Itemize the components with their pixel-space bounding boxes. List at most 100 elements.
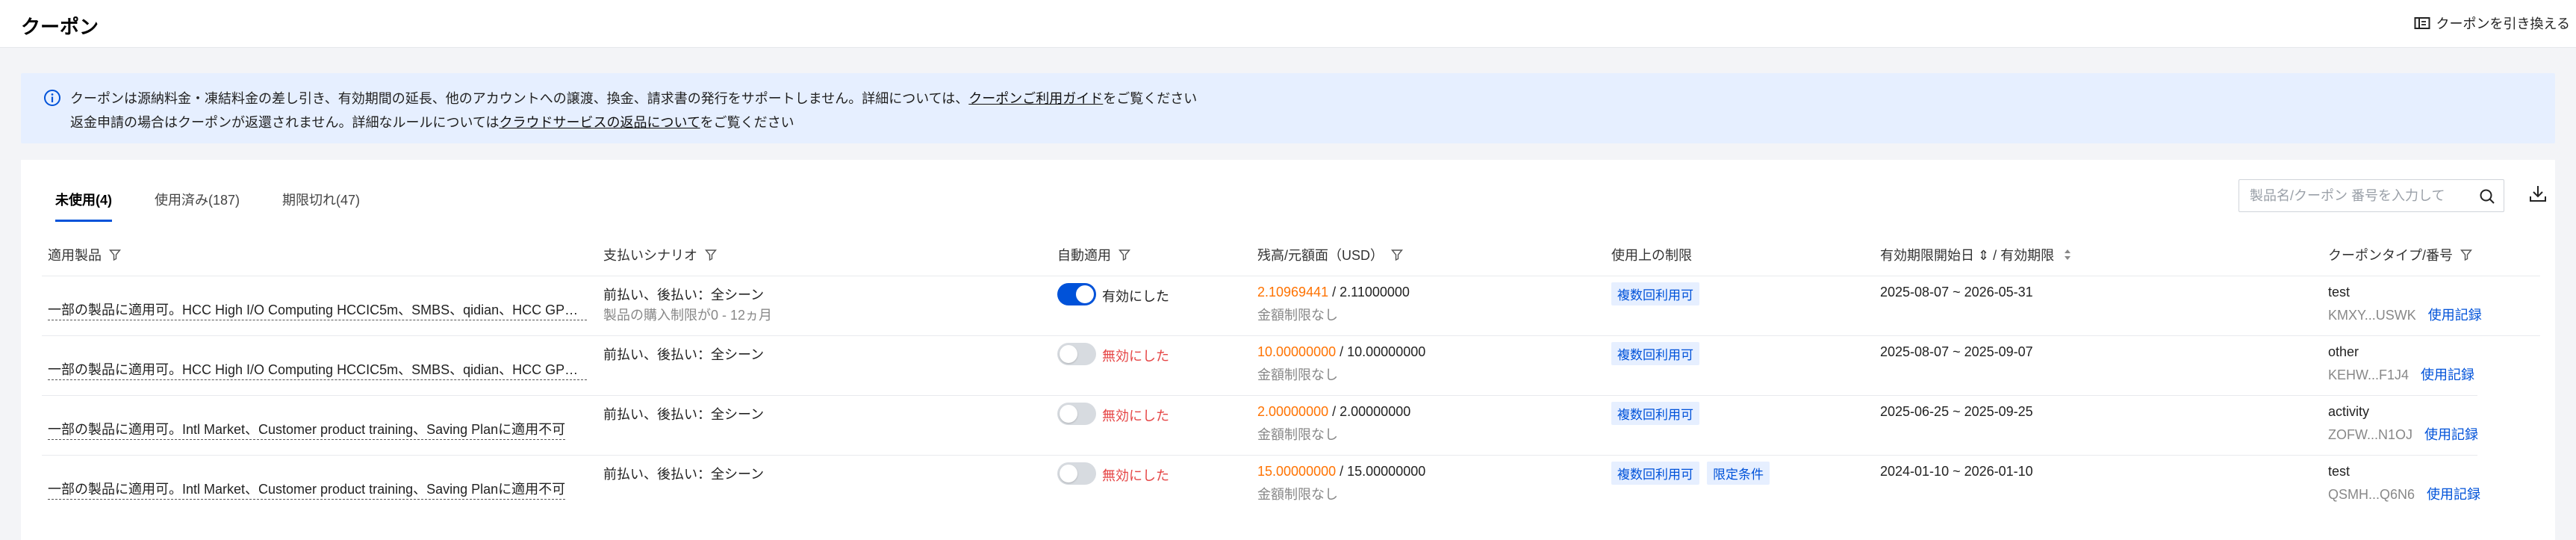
page-title: クーポン <box>21 16 99 38</box>
toggle-knob <box>1060 465 1077 482</box>
column-header-balance: 残高/元額面（USD） <box>1257 245 1404 264</box>
usage-record-link[interactable]: 使用記録 <box>2428 308 2482 323</box>
search-icon[interactable] <box>2478 187 2496 205</box>
tag-multi-use: 複数回利用可 <box>1611 282 1699 305</box>
column-header-validity[interactable]: 有効期限開始日 ⇕ / 有効期限 <box>1880 245 2073 264</box>
usage-record-link[interactable]: 使用記録 <box>2421 367 2474 382</box>
coupon-code-wrap: KEHW...F1J4 使用記録 <box>2328 364 2474 384</box>
product-scope-text[interactable]: 一部の製品に適用可。HCC High I/O Computing HCCIC5m… <box>48 359 587 380</box>
amount-limit-text: 金額制限なし <box>1257 427 1338 442</box>
auto-apply-toggle[interactable] <box>1057 283 1096 305</box>
table-row: 一部の製品に適用可。HCC High I/O Computing HCCIC5m… <box>42 276 2540 336</box>
coupon-code-wrap: ZOFW...N1OJ 使用記録 <box>2328 424 2478 444</box>
coupon-code-wrap: KMXY...USWK 使用記録 <box>2328 305 2482 324</box>
coupon-guide-link[interactable]: クーポンご利用ガイド <box>968 91 1103 106</box>
tag-limited-conditions[interactable]: 限定条件 <box>1707 462 1770 485</box>
toggle-knob <box>1076 285 1094 303</box>
validity-period: 2024-01-10 ~ 2026-01-10 <box>1880 464 2033 479</box>
notice-text: をご覧ください <box>700 115 794 130</box>
filter-icon[interactable] <box>2460 249 2473 261</box>
auto-apply-status: 無効にした <box>1102 409 1169 423</box>
tab-used[interactable]: 使用済み(187) <box>155 190 240 222</box>
auto-apply-status: 無効にした <box>1102 468 1169 483</box>
usage-record-link[interactable]: 使用記録 <box>2424 427 2478 442</box>
filter-icon[interactable] <box>1391 249 1404 261</box>
column-header-product: 適用製品 <box>48 245 121 264</box>
auto-apply-toggle[interactable] <box>1057 403 1096 425</box>
filter-icon[interactable] <box>109 249 121 261</box>
coupon-code: KEHW...F1J4 <box>2328 367 2409 382</box>
column-header-label: 残高/元額面（USD） <box>1257 248 1384 263</box>
column-header-auto-apply: 自動適用 <box>1057 245 1130 264</box>
validity-period: 2025-08-07 ~ 2025-09-07 <box>1880 344 2033 359</box>
usage-restriction-tags: 複数回利用可 限定条件 <box>1611 462 1777 485</box>
original-amount: / 2.11000000 <box>1332 285 1410 300</box>
notice-text: クーポンは源納料金・凍結料金の差し引き、有効期間の延長、他のアカウントへの譲渡、… <box>70 91 969 106</box>
table-header: 適用製品 支払いシナリオ 自動適用 残高/元額面（USD） 使用上の制限 有効期… <box>42 229 2540 276</box>
remaining-balance: 10.00000000 <box>1257 344 1337 359</box>
coupon-list-card: 未使用(4) 使用済み(187) 期限切れ(47) 適用製品 支払いシナリオ 自… <box>21 160 2555 540</box>
usage-restriction-tags: 複数回利用可 <box>1611 402 1707 425</box>
download-icon[interactable] <box>2528 184 2548 203</box>
info-icon <box>44 90 60 106</box>
toggle-knob <box>1060 345 1077 363</box>
coupon-type: activity <box>2328 404 2370 419</box>
amount-limit-text: 金額制限なし <box>1257 367 1338 382</box>
validity-period: 2025-06-25 ~ 2025-09-25 <box>1880 404 2033 419</box>
product-scope-text[interactable]: 一部の製品に適用可。Intl Market、Customer product t… <box>48 419 566 440</box>
notice-banner: クーポンは源納料金・凍結料金の差し引き、有効期間の延長、他のアカウントへの譲渡、… <box>21 73 2555 143</box>
auto-apply-toggle[interactable] <box>1057 343 1096 365</box>
table-row: 一部の製品に適用可。Intl Market、Customer product t… <box>42 396 2478 456</box>
payment-scenario: 前払い、後払い：全シーン <box>603 467 765 482</box>
status-tabs: 未使用(4) 使用済み(187) 期限切れ(47) <box>55 190 402 222</box>
redeem-coupon-label: クーポンを引き換える <box>2436 16 2570 31</box>
product-scope-text[interactable]: 一部の製品に適用可。Intl Market、Customer product t… <box>48 479 566 500</box>
auto-apply-status: 無効にした <box>1102 349 1169 364</box>
usage-restriction-tags: 複数回利用可 <box>1611 342 1707 365</box>
balance-amount: 15.00000000 / 15.00000000 <box>1257 464 1425 480</box>
filter-icon[interactable] <box>705 249 717 261</box>
coupon-code-wrap: QSMH...Q6N6 使用記録 <box>2328 484 2480 503</box>
balance-amount: 2.00000000 / 2.00000000 <box>1257 404 1410 420</box>
search-box <box>2239 179 2504 212</box>
auto-apply-status: 有効にした <box>1102 289 1169 304</box>
balance-amount: 2.10969441 / 2.11000000 <box>1257 285 1410 300</box>
column-header-coupon-type: クーポンタイプ/番号 <box>2328 245 2473 264</box>
usage-record-link[interactable]: 使用記録 <box>2427 487 2480 502</box>
tag-multi-use: 複数回利用可 <box>1611 342 1699 365</box>
payment-scenario-sub: 製品の購入制限が0 - 12ヵ月 <box>603 308 773 323</box>
column-header-restrictions: 使用上の制限 <box>1611 245 1692 264</box>
coupon-type: test <box>2328 464 2351 479</box>
tab-unused[interactable]: 未使用(4) <box>55 190 112 222</box>
search-input[interactable] <box>2250 187 2466 205</box>
tag-multi-use: 複数回利用可 <box>1611 402 1699 425</box>
table-row: 一部の製品に適用可。HCC High I/O Computing HCCIC5m… <box>42 336 2477 396</box>
tab-expired[interactable]: 期限切れ(47) <box>282 190 360 222</box>
balance-amount: 10.00000000 / 10.00000000 <box>1257 344 1425 360</box>
column-header-label: 支払いシナリオ <box>603 248 697 263</box>
amount-limit-text: 金額制限なし <box>1257 487 1338 502</box>
original-amount: / 15.00000000 <box>1340 464 1426 479</box>
coupon-code: ZOFW...N1OJ <box>2328 427 2413 442</box>
tag-multi-use: 複数回利用可 <box>1611 462 1699 485</box>
usage-restriction-tags: 複数回利用可 <box>1611 282 1707 305</box>
sort-icon[interactable] <box>2062 249 2073 261</box>
ticket-icon <box>2414 17 2430 29</box>
original-amount: / 2.00000000 <box>1332 404 1411 419</box>
redeem-coupon-button[interactable]: クーポンを引き換える <box>2414 13 2570 33</box>
filter-icon[interactable] <box>1119 249 1130 261</box>
column-header-label: 自動適用 <box>1057 248 1111 263</box>
payment-scenario: 前払い、後払い：全シーン <box>603 288 765 302</box>
remaining-balance: 2.10969441 <box>1257 285 1329 300</box>
auto-apply-toggle[interactable] <box>1057 462 1096 485</box>
column-header-label: 使用上の制限 <box>1611 248 1692 263</box>
coupon-code: QSMH...Q6N6 <box>2328 487 2415 502</box>
remaining-balance: 15.00000000 <box>1257 464 1337 479</box>
product-scope-text[interactable]: 一部の製品に適用可。HCC High I/O Computing HCCIC5m… <box>48 300 587 320</box>
refund-policy-link[interactable]: クラウドサービスの返品について <box>500 115 700 130</box>
notice-text: 返金申請の場合はクーポンが返還されません。詳細なルールについては <box>70 115 500 130</box>
notice-text: をご覧ください <box>1103 91 1198 106</box>
column-header-label: クーポンタイプ/番号 <box>2328 248 2454 263</box>
table-row: 一部の製品に適用可。Intl Market、Customer product t… <box>42 456 2480 515</box>
column-header-payment: 支払いシナリオ <box>603 245 717 264</box>
